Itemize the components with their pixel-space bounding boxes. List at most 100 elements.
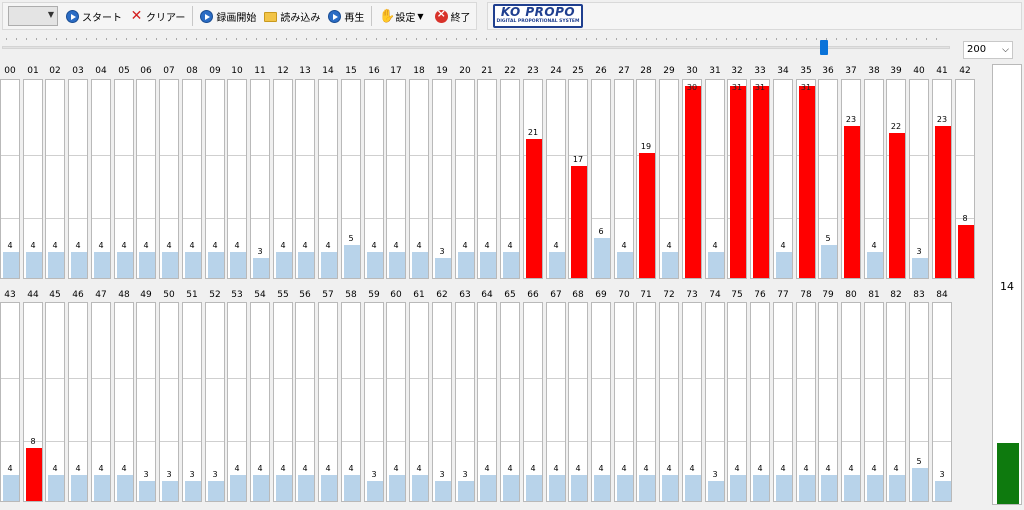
settings-button[interactable]: ✋ 設定 ▼	[375, 5, 430, 27]
channel-box: 3	[705, 302, 725, 502]
range-select[interactable]: 200 ⌵	[963, 41, 1013, 59]
start-button[interactable]: スタート	[62, 5, 126, 27]
channel-bar	[503, 475, 519, 501]
channel-value: 3	[143, 470, 149, 479]
channel-bar	[844, 126, 860, 278]
channel-box: 4	[546, 79, 566, 279]
channel-bar	[48, 252, 64, 278]
slider-track[interactable]	[2, 46, 950, 49]
channel-value: 4	[416, 241, 422, 250]
gridline	[69, 378, 87, 379]
channel-label: 25	[572, 66, 584, 76]
gridline	[956, 155, 974, 156]
channel-value: 4	[666, 241, 672, 250]
channel-label: 82	[890, 290, 902, 300]
channel-label: 67	[550, 290, 562, 300]
gridline	[24, 155, 42, 156]
channel-label: 34	[777, 66, 789, 76]
gridline	[274, 218, 292, 219]
channel-box: 23	[932, 79, 952, 279]
gridline	[524, 378, 542, 379]
clear-button[interactable]: ✕ クリアー	[126, 5, 189, 27]
channel-box: 4	[45, 79, 65, 279]
channel-box: 3	[205, 302, 225, 502]
chevron-down-icon: ▼	[47, 10, 54, 19]
channel-bar	[662, 252, 678, 278]
channel-value: 4	[757, 464, 763, 473]
channel-bar	[799, 86, 815, 278]
gridline	[456, 441, 474, 442]
gridline	[296, 441, 314, 442]
channel-label: 43	[4, 290, 16, 300]
channel-label: 35	[800, 66, 812, 76]
gridline	[251, 378, 269, 379]
device-combo[interactable]: ▼	[8, 6, 58, 26]
channel-label: 50	[163, 290, 175, 300]
channel-value: 4	[166, 241, 172, 250]
channel-label: 10	[231, 66, 243, 76]
gridline	[319, 155, 337, 156]
channel-value: 4	[689, 464, 695, 473]
channel-label: 11	[254, 66, 266, 76]
gridline	[797, 441, 815, 442]
gridline	[592, 155, 610, 156]
gridline	[910, 378, 928, 379]
gridline	[797, 378, 815, 379]
play-button[interactable]: 再生	[324, 5, 368, 27]
channel-bar	[117, 475, 133, 501]
channel-bar	[208, 252, 224, 278]
channel-box: 4	[91, 302, 111, 502]
load-button[interactable]: 読み込み	[260, 5, 324, 27]
gridline	[547, 378, 565, 379]
channel-box: 4	[705, 79, 725, 279]
channel-box: 4	[91, 79, 111, 279]
slider-thumb[interactable]	[820, 40, 828, 55]
channel-value: 4	[98, 464, 104, 473]
channel-box: 4	[455, 79, 475, 279]
channel-box: 4	[45, 302, 65, 502]
channel-bar	[71, 252, 87, 278]
channel-box: 4	[864, 79, 884, 279]
channel-bar	[344, 475, 360, 501]
channel-label: 60	[390, 290, 402, 300]
channel-value: 4	[871, 241, 877, 250]
chevron-down-icon[interactable]: ▼	[417, 12, 423, 21]
channel-bar	[412, 475, 428, 501]
gridline	[751, 441, 769, 442]
channel-value: 4	[75, 241, 81, 250]
channel-bar	[389, 475, 405, 501]
channel-box: 4	[682, 302, 702, 502]
gridline	[319, 378, 337, 379]
gridline	[274, 441, 292, 442]
channel-box: 4	[136, 79, 156, 279]
channel-value: 19	[640, 142, 652, 151]
channel-bar	[753, 86, 769, 278]
channel-bar	[776, 475, 792, 501]
gridline	[342, 441, 360, 442]
folder-icon	[264, 12, 278, 22]
channel-box: 4	[114, 302, 134, 502]
channel-label: 38	[868, 66, 880, 76]
channel-box: 3	[159, 302, 179, 502]
gridline	[46, 378, 64, 379]
meter-bar	[997, 443, 1019, 504]
channel-label: 37	[845, 66, 857, 76]
channel-box: 4	[0, 302, 20, 502]
channel-value: 4	[780, 241, 786, 250]
gridline	[92, 378, 110, 379]
channel-bar	[117, 252, 133, 278]
exit-button[interactable]: 終了	[431, 5, 475, 27]
gridline	[774, 218, 792, 219]
channel-box: 4	[477, 302, 497, 502]
gridline	[615, 378, 633, 379]
channel-value: 4	[257, 464, 263, 473]
channel-label: 17	[390, 66, 402, 76]
channel-box: 4	[773, 79, 793, 279]
gridline	[137, 378, 155, 379]
gridline	[592, 378, 610, 379]
channel-bar	[458, 481, 474, 501]
channel-label: 80	[845, 290, 857, 300]
position-slider[interactable]	[2, 34, 957, 60]
channel-box: 31	[796, 79, 816, 279]
record-button[interactable]: 録画開始	[196, 5, 260, 27]
